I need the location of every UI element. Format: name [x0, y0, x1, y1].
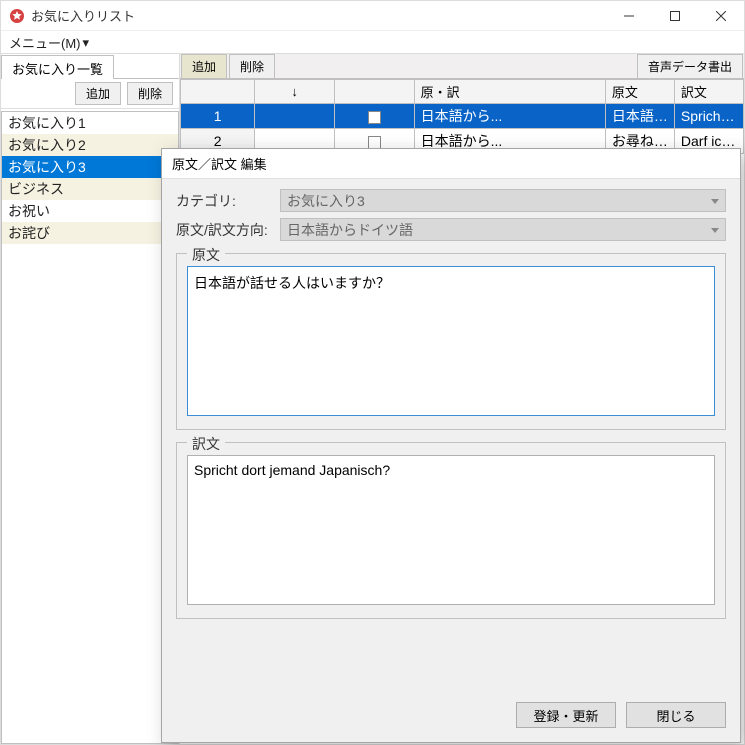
list-item[interactable]: お気に入り2	[2, 134, 178, 156]
col-check[interactable]	[335, 80, 415, 104]
col-sort[interactable]: ↓	[255, 80, 335, 104]
direction-label: 原文/訳文方向:	[176, 220, 272, 240]
export-audio-button[interactable]: 音声データ書出	[637, 54, 743, 78]
menubar: メニュー(M) ▾	[1, 31, 744, 53]
sidebar-delete-button[interactable]: 削除	[127, 82, 173, 105]
list-item[interactable]: お祝い	[2, 200, 178, 222]
phrases-table: ↓ 原・訳 原文 訳文 1 日本語から... 日本語が話せる人はい… Sp	[180, 79, 744, 154]
col-translation[interactable]: 訳文	[674, 80, 743, 104]
original-legend: 原文	[187, 245, 225, 265]
add-button[interactable]: 追加	[181, 54, 227, 78]
save-button[interactable]: 登録・更新	[516, 702, 616, 728]
window-title: お気に入りリスト	[31, 6, 135, 25]
tab-favorites[interactable]: お気に入り一覧	[1, 55, 114, 79]
dialog-buttons: 登録・更新 閉じる	[162, 692, 740, 742]
maximize-button[interactable]	[652, 1, 698, 31]
tab-header: お気に入り一覧	[1, 54, 179, 79]
edit-dialog: 原文／訳文 編集 カテゴリ: お気に入り3 原文/訳文方向: 日本語からドイツ語…	[161, 148, 741, 743]
col-category[interactable]: 原・訳	[414, 80, 605, 104]
translation-legend: 訳文	[187, 434, 225, 454]
dialog-titlebar: 原文／訳文 編集	[162, 149, 740, 179]
sidebar-toolbar: 追加 削除	[1, 79, 179, 109]
right-toolbar: 追加 削除 音声データ書出	[180, 54, 744, 79]
window-controls	[606, 1, 744, 31]
close-dialog-button[interactable]: 閉じる	[626, 702, 726, 728]
original-textarea[interactable]	[187, 266, 715, 416]
minimize-button[interactable]	[606, 1, 652, 31]
col-number[interactable]	[181, 80, 255, 104]
direction-select[interactable]: 日本語からドイツ語	[280, 218, 726, 241]
close-button[interactable]	[698, 1, 744, 31]
category-select[interactable]: お気に入り3	[280, 189, 726, 212]
delete-button[interactable]: 削除	[229, 54, 275, 78]
checkbox[interactable]	[368, 136, 381, 149]
list-item[interactable]: ビジネス	[2, 178, 178, 200]
dialog-title: 原文／訳文 編集	[172, 154, 267, 173]
sidebar-add-button[interactable]: 追加	[75, 82, 121, 105]
chevron-down-icon: ▾	[83, 35, 90, 51]
sidebar: お気に入り一覧 追加 削除 お気に入り1 お気に入り2 お気に入り3 ビジネス …	[1, 54, 180, 744]
original-fieldset: 原文	[176, 253, 726, 430]
checkbox[interactable]	[368, 111, 381, 124]
titlebar: お気に入りリスト	[1, 1, 744, 31]
menu-item[interactable]: メニュー(M) ▾	[9, 33, 89, 52]
translation-fieldset: 訳文	[176, 442, 726, 619]
list-item[interactable]: お気に入り1	[2, 112, 178, 134]
app-icon	[9, 8, 25, 24]
col-original[interactable]: 原文	[605, 80, 674, 104]
category-label: カテゴリ:	[176, 191, 272, 211]
translation-textarea[interactable]	[187, 455, 715, 605]
list-item[interactable]: お気に入り3	[2, 156, 178, 178]
favorites-list[interactable]: お気に入り1 お気に入り2 お気に入り3 ビジネス お祝い お詫び	[1, 111, 179, 744]
list-item[interactable]: お詫び	[2, 222, 178, 244]
table-row[interactable]: 1 日本語から... 日本語が話せる人はい… Spricht dort jema…	[181, 104, 744, 129]
